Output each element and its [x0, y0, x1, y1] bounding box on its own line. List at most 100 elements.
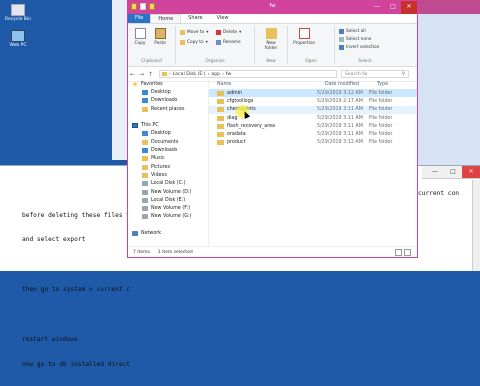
- nav-item[interactable]: Local Disk (E:): [128, 196, 208, 204]
- navigation-pane: Favorites Desktop Downloads Recent places Th…: [128, 80, 209, 247]
- close-button[interactable]: ✕: [401, 1, 417, 14]
- type-cell: File folder: [369, 107, 393, 113]
- nav-item[interactable]: Desktop: [128, 130, 208, 138]
- nav-item[interactable]: Videos: [128, 171, 208, 179]
- blue-icon: [142, 131, 148, 137]
- rename-icon: [216, 40, 221, 45]
- desktop-icon-label: Recycle Bin: [5, 17, 31, 22]
- folder-icon: [217, 123, 224, 129]
- column-name[interactable]: Name: [209, 82, 317, 87]
- maximize-button[interactable]: □: [385, 1, 401, 14]
- breadcrumb-item[interactable]: app: [211, 72, 220, 77]
- nav-item[interactable]: Favorites: [128, 80, 208, 88]
- drive-icon: [142, 214, 148, 220]
- delete-icon: [216, 30, 221, 35]
- view-toggles: [395, 248, 411, 256]
- tab-home[interactable]: Home: [150, 14, 182, 23]
- select-none-icon: [339, 37, 344, 42]
- file-explorer-window: fw — □ ✕ File Home Share View Copy Paste…: [127, 0, 418, 258]
- folder-icon: [217, 140, 224, 146]
- large-icons-view-icon[interactable]: [404, 248, 411, 256]
- nav-item[interactable]: Documents: [128, 138, 208, 146]
- nav-item[interactable]: This PC: [128, 121, 208, 129]
- nav-item[interactable]: New Volume (F:): [128, 204, 208, 212]
- nav-item[interactable]: Recent places: [128, 105, 208, 113]
- pc-icon: [132, 123, 138, 129]
- copy-icon: [134, 28, 146, 39]
- select-group: Select all Select none Invert selection …: [335, 26, 395, 64]
- paste-button[interactable]: Paste: [151, 28, 169, 46]
- ribbon-tabs: File Home Share View: [128, 14, 417, 24]
- notepad-titlebar-controls: — □ ✕: [422, 166, 480, 179]
- address-bar[interactable]: › Local Disk (E:) › app › fw: [159, 70, 337, 78]
- properties-button[interactable]: Properties: [292, 28, 316, 46]
- desktop-icon-pc[interactable]: Web PC: [4, 30, 32, 48]
- desktop-icon-recycle-bin[interactable]: Recycle Bin: [4, 4, 32, 22]
- up-button[interactable]: ↑: [146, 71, 155, 78]
- column-date-modified[interactable]: Date modified: [317, 82, 369, 87]
- folder-icon: [217, 90, 224, 96]
- column-type[interactable]: Type: [369, 82, 417, 87]
- delete-button[interactable]: Delete ▾: [216, 30, 241, 35]
- folder-icon: [217, 98, 224, 104]
- type-cell: File folder: [369, 98, 393, 104]
- close-button[interactable]: ✕: [462, 166, 480, 178]
- nav-item[interactable]: Network: [128, 229, 208, 237]
- nav-item[interactable]: Pictures: [128, 163, 208, 171]
- rename-button[interactable]: Rename: [216, 40, 241, 45]
- column-headers: Name Date modified Type: [209, 80, 417, 89]
- nav-item[interactable]: New Volume (D:): [128, 188, 208, 196]
- search-placeholder: Search fw: [345, 72, 368, 77]
- tab-share[interactable]: Share: [181, 14, 209, 23]
- date-modified-cell: 5/29/2019 3:12 AM: [317, 90, 363, 96]
- blue-icon: [142, 98, 148, 104]
- nav-item: [128, 221, 208, 229]
- file-row[interactable]: product 5/29/2019 3:12 AM File folder: [209, 139, 417, 147]
- text-line: then go to system > current c: [22, 286, 131, 294]
- file-row[interactable]: flash_recovery_area 5/29/2019 3:11 AM File…: [209, 122, 417, 130]
- nav-item[interactable]: Desktop: [128, 88, 208, 96]
- search-input[interactable]: Search fw ⚲: [341, 70, 409, 78]
- nav-item[interactable]: New Volume (G:): [128, 213, 208, 221]
- date-modified-cell: 5/29/2019 2:17 AM: [317, 98, 363, 104]
- invert-selection-button[interactable]: Invert selection: [339, 45, 379, 50]
- breadcrumb-item[interactable]: Local Disk (E:): [173, 72, 206, 77]
- search-icon: ⚲: [401, 72, 405, 77]
- copy-to-button[interactable]: Copy to ▾: [180, 40, 208, 45]
- vertical-scrollbar[interactable]: [472, 180, 480, 271]
- fold-icon: [142, 172, 148, 178]
- select-all-icon: [339, 29, 344, 34]
- folder-icon: [217, 107, 224, 113]
- select-all-button[interactable]: Select all: [339, 29, 366, 34]
- new-folder-button[interactable]: New folder: [262, 28, 280, 51]
- paste-icon: [154, 28, 166, 39]
- details-view-icon[interactable]: [395, 248, 402, 256]
- breadcrumb-item[interactable]: fw: [226, 72, 231, 77]
- maximize-button[interactable]: □: [444, 166, 462, 178]
- group-label: Select: [358, 59, 372, 64]
- new-folder-icon: [265, 28, 277, 39]
- minimize-button[interactable]: —: [369, 1, 385, 14]
- back-button[interactable]: ←: [128, 71, 137, 78]
- file-row[interactable]: admin 5/29/2019 3:12 AM File folder: [209, 89, 417, 98]
- file-row[interactable]: oradata 5/29/2019 3:11 AM File folder: [209, 130, 417, 138]
- text-line: restart windows: [22, 336, 78, 344]
- copy-button[interactable]: Copy: [131, 28, 149, 46]
- forward-button[interactable]: →: [137, 71, 146, 78]
- file-name-cell: admin: [209, 90, 317, 96]
- type-cell: File folder: [369, 132, 393, 138]
- drive-icon: [142, 181, 148, 187]
- select-none-button[interactable]: Select none: [339, 37, 371, 42]
- nav-item[interactable]: Downloads: [128, 97, 208, 105]
- file-name-cell: flash_recovery_area: [209, 123, 317, 129]
- minimize-button[interactable]: —: [426, 166, 444, 178]
- nav-item[interactable]: Local Disk (C:): [128, 180, 208, 188]
- fold-icon: [142, 139, 148, 145]
- nav-item[interactable]: Downloads: [128, 146, 208, 154]
- nav-item[interactable]: Music: [128, 155, 208, 163]
- tab-view[interactable]: View: [210, 14, 236, 23]
- tab-file[interactable]: File: [128, 14, 151, 23]
- date-modified-cell: 5/29/2019 3:11 AM: [317, 115, 363, 121]
- move-to-button[interactable]: Move to ▾: [180, 30, 208, 35]
- star-icon: [132, 81, 138, 87]
